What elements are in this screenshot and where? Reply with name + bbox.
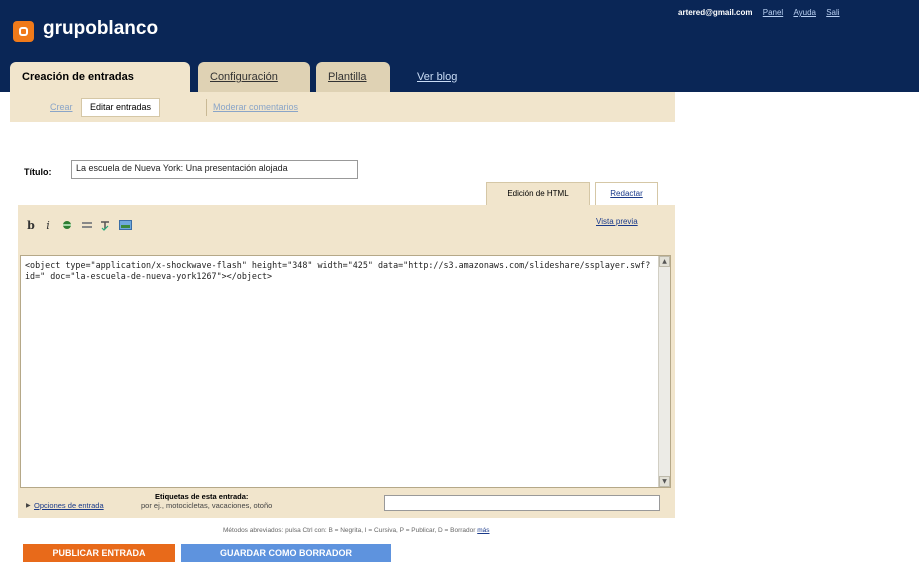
image-icon[interactable] [118, 219, 132, 233]
help-link[interactable]: Ayuda [793, 8, 816, 17]
preview-link[interactable]: Vista previa [596, 217, 638, 226]
subtab-create[interactable]: Crear [50, 99, 73, 116]
tab-posting[interactable]: Creación de entradas [10, 62, 190, 92]
labels-row: ▶ Opciones de entrada Etiquetas de esta … [18, 489, 675, 518]
signout-link[interactable]: Sali [826, 8, 839, 17]
triangle-right-icon[interactable]: ▶ [26, 502, 31, 509]
blogger-logo-icon[interactable] [13, 21, 34, 42]
editor-content: <object type="application/x-shockwave-fl… [25, 260, 651, 281]
blockquote-icon[interactable] [80, 219, 94, 233]
sub-tabs: Crear Editar entradas Moderar comentario… [10, 92, 675, 122]
post-editor: b i Vista previa <object type="applicati… [18, 205, 675, 518]
keyboard-shortcuts: Métodos abreviados: pulsa Ctrl con: B = … [223, 527, 490, 534]
blog-name[interactable]: grupoblanco [43, 18, 158, 40]
top-header: grupoblanco artered@gmail.com Panel Ayud… [0, 0, 919, 62]
italic-icon[interactable]: i [41, 219, 55, 233]
editor-scrollbar[interactable]: ▲ ▼ [658, 256, 670, 487]
shortcuts-text: Métodos abreviados: pulsa Ctrl con: B = … [223, 527, 476, 534]
subtab-moderate-comments[interactable]: Moderar comentarios [206, 99, 298, 116]
tab-compose[interactable]: Redactar [595, 182, 658, 206]
user-email: artered@gmail.com [678, 8, 753, 17]
scroll-down-icon[interactable]: ▼ [659, 476, 670, 487]
subtab-edit-posts[interactable]: Editar entradas [81, 98, 161, 117]
shortcuts-more-link[interactable]: más [477, 527, 489, 534]
user-area: artered@gmail.com Panel Ayuda Sali [678, 8, 840, 17]
labels-hint: por ej., motocicletas, vacaciones, otoño [141, 501, 273, 510]
post-options-link[interactable]: Opciones de entrada [34, 501, 104, 510]
panel-link[interactable]: Panel [763, 8, 783, 17]
tab-settings[interactable]: Configuración [198, 62, 310, 92]
tab-template[interactable]: Plantilla [316, 62, 390, 92]
link-icon[interactable] [60, 219, 74, 233]
bold-icon[interactable]: b [24, 219, 38, 233]
labels-title: Etiquetas de esta entrada: [155, 492, 249, 501]
save-draft-button[interactable]: GUARDAR COMO BORRADOR [181, 544, 391, 562]
scroll-up-icon[interactable]: ▲ [659, 256, 670, 267]
publish-button[interactable]: PUBLICAR ENTRADA [23, 544, 175, 562]
spellcheck-icon[interactable] [98, 219, 112, 233]
labels-input[interactable] [384, 495, 660, 511]
main-tabs: Creación de entradas Configuración Plant… [0, 62, 919, 92]
html-editor-textarea[interactable]: <object type="application/x-shockwave-fl… [20, 255, 671, 488]
title-input[interactable]: La escuela de Nueva York: Una presentaci… [71, 160, 358, 179]
view-blog-link[interactable]: Ver blog [405, 62, 469, 92]
title-label: Título: [24, 167, 52, 177]
tab-edit-html[interactable]: Edición de HTML [486, 182, 590, 206]
